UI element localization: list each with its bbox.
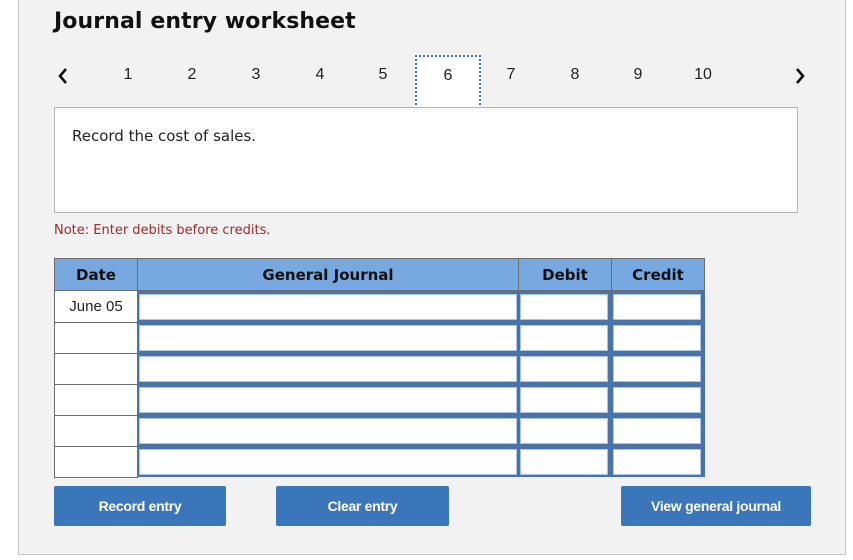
header-date: Date [54, 258, 138, 291]
debit-cell [518, 446, 612, 477]
table-row [54, 445, 705, 478]
page-title: Journal entry worksheet [54, 9, 356, 34]
date-cell [54, 445, 138, 478]
instruction-box: Record the cost of sales. [54, 107, 798, 213]
debit-cell [518, 290, 612, 322]
step-2[interactable]: 2 [162, 55, 222, 95]
debit-input[interactable] [519, 355, 608, 382]
date-cell [54, 383, 138, 416]
debit-cell [518, 353, 612, 384]
step-5[interactable]: 5 [353, 55, 413, 95]
credit-input[interactable] [612, 355, 701, 382]
credit-input[interactable] [612, 448, 701, 475]
debit-cell [518, 384, 612, 415]
step-1[interactable]: 1 [98, 55, 158, 95]
note-text: Note: Enter debits before credits. [54, 223, 271, 238]
debit-cell [518, 415, 612, 446]
credit-cell [611, 290, 705, 322]
header-credit: Credit [611, 258, 705, 291]
instruction-text: Record the cost of sales. [72, 127, 257, 145]
next-step-button[interactable] [789, 63, 811, 89]
account-input[interactable] [139, 448, 517, 475]
account-cell [137, 290, 519, 322]
debit-input[interactable] [519, 448, 608, 475]
debit-input[interactable] [519, 324, 608, 351]
account-cell [137, 322, 519, 353]
table-row [54, 321, 705, 354]
account-input[interactable] [139, 293, 517, 320]
step-3[interactable]: 3 [226, 55, 286, 95]
credit-input[interactable] [612, 293, 701, 320]
debit-cell [518, 322, 612, 353]
date-cell [54, 321, 138, 354]
clear-entry-button[interactable]: Clear entry [276, 486, 449, 526]
table-row [54, 414, 705, 447]
chevron-right-icon [796, 68, 805, 84]
account-cell [137, 415, 519, 446]
header-debit: Debit [518, 258, 612, 291]
credit-input[interactable] [612, 417, 701, 444]
credit-input[interactable] [612, 324, 701, 351]
date-cell [54, 414, 138, 447]
step-4[interactable]: 4 [290, 55, 350, 95]
debit-input[interactable] [519, 417, 608, 444]
credit-input[interactable] [612, 386, 701, 413]
debit-input[interactable] [519, 293, 608, 320]
view-general-journal-button[interactable]: View general journal [621, 486, 811, 526]
credit-cell [611, 353, 705, 384]
credit-cell [611, 415, 705, 446]
prev-step-button[interactable] [52, 63, 74, 89]
credit-cell [611, 446, 705, 477]
date-cell: June 05 [54, 290, 138, 323]
step-navigation: 1 2 3 4 5 6 7 8 9 10 [0, 55, 853, 109]
account-cell [137, 353, 519, 384]
step-8[interactable]: 8 [545, 55, 605, 95]
table-row [54, 352, 705, 385]
credit-cell [611, 322, 705, 353]
date-cell [54, 352, 138, 385]
step-7[interactable]: 7 [481, 55, 541, 95]
account-input[interactable] [139, 355, 517, 382]
table-row: June 05 [54, 290, 705, 323]
step-6-active[interactable]: 6 [415, 55, 481, 109]
debit-input[interactable] [519, 386, 608, 413]
credit-cell [611, 384, 705, 415]
step-9[interactable]: 9 [608, 55, 668, 95]
chevron-left-icon [58, 68, 67, 84]
header-general-journal: General Journal [137, 258, 519, 291]
account-input[interactable] [139, 386, 517, 413]
table-row [54, 383, 705, 416]
account-cell [137, 446, 519, 477]
journal-table: Date General Journal Debit Credit June 0… [54, 258, 705, 478]
step-10[interactable]: 10 [673, 55, 733, 95]
account-cell [137, 384, 519, 415]
table-header-row: Date General Journal Debit Credit [54, 258, 705, 291]
account-input[interactable] [139, 324, 517, 351]
account-input[interactable] [139, 417, 517, 444]
record-entry-button[interactable]: Record entry [54, 486, 226, 526]
